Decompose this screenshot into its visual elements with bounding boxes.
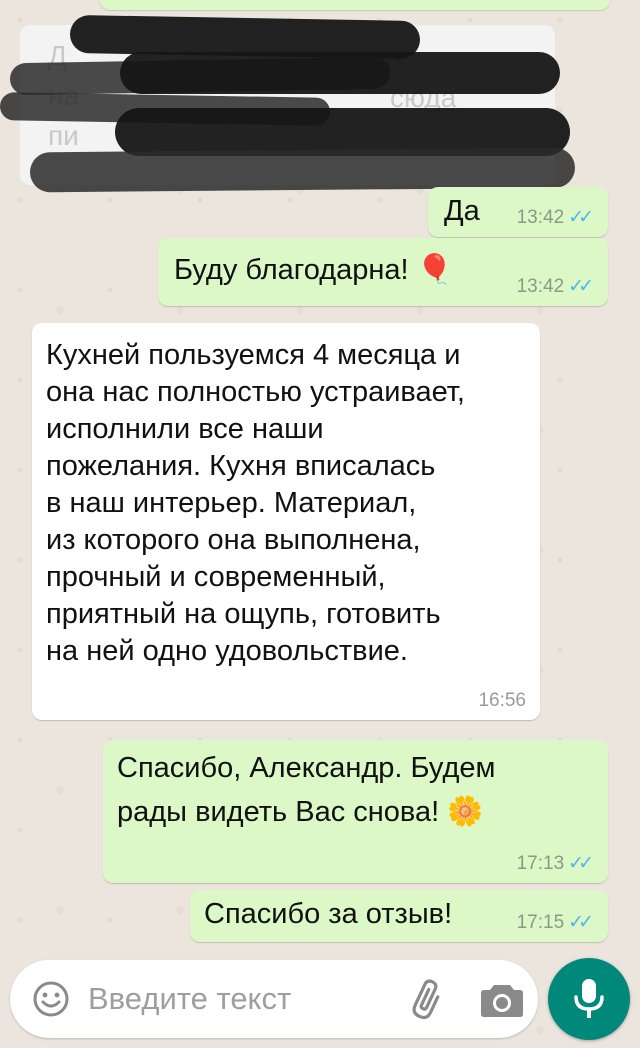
message-time: 16:56 — [478, 690, 526, 711]
read-receipt-icon: ✓✓ — [568, 276, 594, 297]
read-receipt-icon: ✓✓ — [568, 207, 594, 228]
read-receipt-icon: ✓✓ — [568, 853, 594, 874]
attach-icon[interactable] — [408, 978, 450, 1020]
voice-record-button[interactable] — [548, 958, 630, 1040]
message-composer[interactable]: Введите текст — [10, 960, 538, 1038]
message-text: Да — [444, 195, 480, 227]
microphone-icon — [574, 979, 604, 1018]
message-time: 17:13 — [516, 852, 565, 874]
message-time: 13:42 — [516, 275, 565, 297]
message-meta: 17:13 ✓✓ — [517, 852, 594, 875]
message-meta: 13:42 ✓✓ — [517, 275, 594, 298]
message-meta: 13:42 ✓✓ — [517, 206, 594, 229]
redacted-message: Д на пи но сюда — [0, 0, 576, 200]
redaction-mark — [120, 52, 560, 94]
message-incoming[interactable]: Кухней пользуемся 4 месяца и она нас пол… — [32, 323, 540, 720]
message-time: 13:42 — [516, 206, 565, 228]
message-meta: 16:56 — [478, 690, 526, 712]
message-outgoing[interactable]: Буду благодарна! 🎈 13:42 ✓✓ — [158, 238, 608, 306]
redaction-mark — [29, 147, 576, 193]
message-text: Кухней пользуемся 4 месяца и она нас пол… — [46, 339, 465, 667]
message-meta: 17:15 ✓✓ — [517, 911, 594, 934]
message-text: Буду благодарна! 🎈 — [174, 254, 453, 286]
message-time: 17:15 — [516, 911, 565, 933]
message-text: Спасибо за отзыв! — [204, 898, 453, 930]
message-outgoing[interactable]: Спасибо, Александр. Будем рады видеть Ва… — [103, 740, 608, 883]
camera-icon[interactable] — [480, 979, 524, 1019]
message-outgoing[interactable]: Спасибо за отзыв! 17:15 ✓✓ — [190, 890, 608, 942]
emoji-icon[interactable] — [32, 980, 70, 1018]
message-text: Спасибо, Александр. Будем рады видеть Ва… — [117, 752, 496, 828]
redacted-fragment: пи — [48, 120, 79, 151]
message-input[interactable]: Введите текст — [88, 981, 291, 1017]
read-receipt-icon: ✓✓ — [568, 912, 594, 933]
message-outgoing[interactable]: Да 13:42 ✓✓ — [428, 187, 608, 237]
